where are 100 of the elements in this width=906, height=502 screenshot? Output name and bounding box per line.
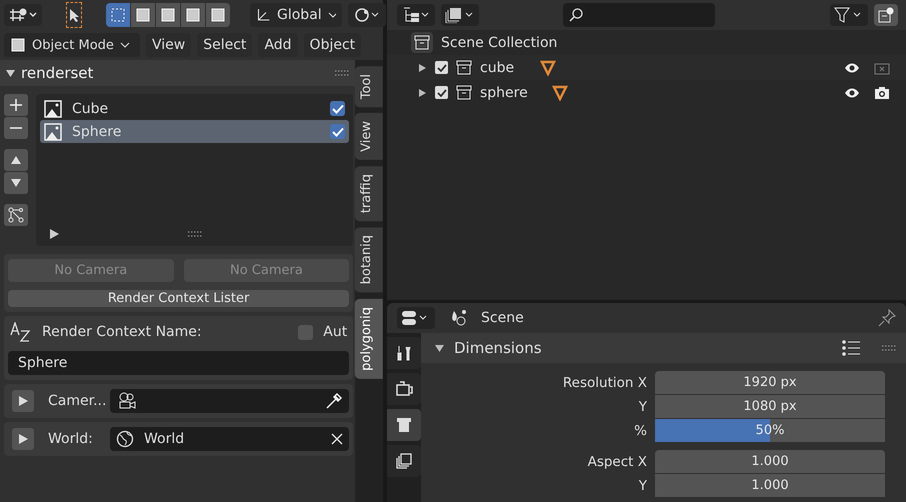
resize-handle-icon[interactable] — [188, 231, 202, 237]
drag-handle-icon[interactable] — [335, 70, 350, 76]
mode-dropdown[interactable]: Object Mode — [4, 33, 140, 57]
remove-button[interactable] — [4, 117, 28, 139]
list-item[interactable]: Cube — [40, 97, 350, 120]
number-field[interactable]: 1.000 — [655, 474, 885, 497]
presets-icon[interactable] — [842, 340, 860, 356]
images-icon — [395, 452, 413, 470]
chevron-icon — [120, 41, 130, 49]
output-tab[interactable] — [387, 409, 421, 441]
printer-icon — [395, 416, 413, 434]
menu-button[interactable]: Object — [304, 33, 362, 57]
field-label: % — [633, 422, 648, 438]
editor-type-button[interactable] — [397, 307, 435, 329]
render-context-lister-button[interactable]: Render Context Lister — [8, 290, 350, 307]
new-collection-icon — [878, 7, 894, 23]
tool-tab[interactable] — [387, 337, 421, 369]
square-icon — [110, 7, 126, 23]
image-icon — [44, 122, 62, 140]
selection-mode-button[interactable] — [206, 3, 230, 27]
move-down-button[interactable] — [4, 172, 28, 194]
eye-icon[interactable] — [844, 62, 860, 74]
play-icon — [18, 434, 28, 444]
viewport-icon — [8, 7, 38, 23]
checkbox[interactable] — [435, 61, 448, 74]
plus-icon — [10, 99, 22, 111]
number-field[interactable]: 1920 px — [655, 371, 885, 394]
name-field[interactable]: Sphere — [8, 351, 350, 375]
field-label: Y — [638, 478, 648, 494]
drag-handle-icon[interactable] — [882, 345, 896, 351]
menu-button[interactable]: View — [146, 33, 192, 57]
view-layer-tab[interactable] — [387, 445, 421, 477]
expand-icon[interactable] — [419, 88, 427, 96]
expand-button[interactable] — [12, 428, 34, 450]
panel-title: renderset — [21, 64, 94, 82]
field-label: Camer... — [48, 393, 108, 409]
checkbox[interactable] — [435, 86, 448, 99]
globe-icon — [116, 430, 134, 448]
square-icon — [185, 7, 201, 23]
triangle-icon — [540, 60, 556, 76]
transform-orientation-dropdown[interactable]: Global — [250, 3, 342, 27]
select-tool-button[interactable] — [66, 2, 82, 28]
collection-name[interactable]: sphere — [480, 84, 532, 100]
field-label: Aspect X — [586, 454, 648, 470]
search-field[interactable] — [563, 3, 715, 27]
selection-mode-button[interactable] — [106, 3, 130, 27]
field-label: World: — [48, 431, 94, 447]
square-icon — [10, 37, 26, 53]
eye-icon[interactable] — [844, 86, 860, 98]
tree-icon — [401, 7, 431, 23]
sidebar-tab[interactable]: polygoniq — [355, 298, 383, 379]
world-field[interactable]: World — [110, 427, 350, 451]
view-layer-dropdown[interactable] — [441, 4, 479, 26]
number-field[interactable]: 1080 px — [655, 395, 885, 418]
collapse-icon[interactable] — [435, 344, 444, 352]
checkbox[interactable] — [330, 124, 346, 139]
menu-button[interactable]: Add — [258, 33, 298, 57]
expand-icon[interactable] — [419, 64, 427, 72]
display-mode-dropdown[interactable] — [397, 4, 435, 26]
square-icon — [210, 7, 226, 23]
square-icon — [160, 7, 176, 23]
render-tab[interactable] — [387, 373, 421, 405]
eyedropper-icon[interactable] — [325, 392, 344, 410]
search-icon — [569, 8, 583, 22]
number-field[interactable]: 1.000 — [655, 450, 885, 473]
checkbox[interactable] — [330, 101, 346, 116]
filter-dropdown[interactable] — [830, 4, 868, 26]
selection-mode-button[interactable] — [131, 3, 155, 27]
image-icon — [44, 100, 62, 118]
menu-button[interactable]: Select — [197, 33, 252, 57]
list-item[interactable]: Sphere — [40, 120, 350, 143]
editor-type-button[interactable] — [4, 4, 42, 26]
square-icon — [135, 7, 151, 23]
sidebar-tab[interactable]: Tool — [355, 66, 383, 108]
move-up-button[interactable] — [4, 149, 28, 171]
new-collection-button[interactable] — [874, 4, 898, 26]
close-icon[interactable] — [331, 433, 344, 445]
auto-checkbox[interactable] — [298, 324, 314, 340]
tools-icon — [395, 344, 413, 362]
collection-name[interactable]: Scene Collection — [441, 34, 558, 50]
camera-icon[interactable] — [874, 86, 890, 100]
sidebar-tab[interactable]: botaniq — [355, 227, 383, 293]
down-triangle-icon — [11, 179, 21, 187]
add-button[interactable] — [4, 94, 28, 116]
collection-icon — [411, 32, 433, 53]
cursor-icon — [67, 7, 81, 23]
expand-button[interactable] — [12, 390, 34, 412]
selection-mode-button[interactable] — [181, 3, 205, 27]
collection-name[interactable]: cube — [480, 60, 532, 76]
pin-icon[interactable] — [878, 309, 896, 327]
sidebar-tab[interactable]: View — [355, 113, 383, 160]
collapse-icon[interactable] — [6, 69, 15, 77]
snap-dropdown[interactable] — [348, 3, 386, 27]
selection-mode-button[interactable] — [156, 3, 180, 27]
camera-field[interactable] — [110, 389, 350, 413]
expand-icon[interactable] — [50, 229, 59, 239]
sidebar-tab[interactable]: traffiq — [355, 166, 383, 222]
chevron-icon — [328, 11, 336, 19]
triangle-icon — [552, 84, 568, 100]
node-tree-button[interactable] — [4, 204, 28, 226]
